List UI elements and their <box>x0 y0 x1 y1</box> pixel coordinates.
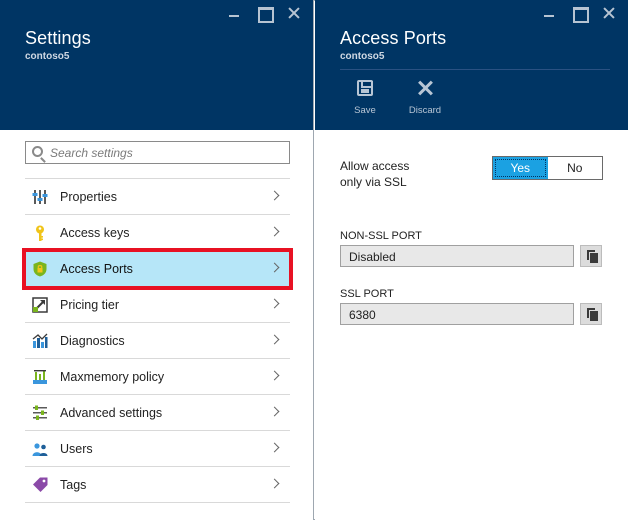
discard-label: Discard <box>408 105 442 116</box>
menu-item-properties[interactable]: Properties <box>25 179 290 215</box>
diagnostics-chart-icon <box>32 333 48 348</box>
tag-icon <box>33 477 48 492</box>
minimize-icon[interactable] <box>542 6 556 20</box>
maximize-icon[interactable] <box>572 6 589 23</box>
settings-title: Settings <box>25 28 91 48</box>
menu-label-properties: Properties <box>60 190 117 204</box>
key-icon <box>36 225 44 241</box>
menu-label-access-ports: Access Ports <box>60 262 133 276</box>
users-icon <box>32 443 48 456</box>
menu-label-diagnostics: Diagnostics <box>60 334 125 348</box>
search-icon <box>32 146 43 157</box>
ssl-port-field[interactable]: 6380 <box>340 303 574 325</box>
chevron-right-icon <box>269 370 280 381</box>
ssl-only-no-option[interactable]: No <box>547 157 602 179</box>
search-input[interactable] <box>50 144 280 161</box>
menu-item-access-keys[interactable]: Access keys <box>25 215 290 251</box>
chevron-right-icon <box>269 262 280 273</box>
copy-icon <box>587 250 598 263</box>
menu-item-pricing-tier[interactable]: Pricing tier <box>25 287 290 323</box>
chevron-right-icon <box>269 190 280 201</box>
settings-blade: Settings contoso5 Properties <box>0 0 314 520</box>
chevron-right-icon <box>269 406 280 417</box>
access-ports-blade: Access Ports contoso5 Save Discard Allow… <box>315 0 628 520</box>
menu-label-pricing-tier: Pricing tier <box>60 298 120 312</box>
save-label: Save <box>354 105 376 116</box>
memory-policy-icon <box>33 370 47 384</box>
settings-window-controls <box>227 6 301 23</box>
menu-item-diagnostics[interactable]: Diagnostics <box>25 323 290 359</box>
copy-non-ssl-port-button[interactable] <box>580 245 602 267</box>
non-ssl-port-label: NON-SSL PORT <box>340 230 422 242</box>
minimize-icon[interactable] <box>227 6 241 20</box>
menu-item-advanced-settings[interactable]: Advanced settings <box>25 395 290 431</box>
shield-lock-icon <box>33 261 47 277</box>
sliders-icon <box>33 405 47 420</box>
ssl-port-label: SSL PORT <box>340 288 394 300</box>
chevron-right-icon <box>269 298 280 309</box>
ssl-only-label: Allow access only via SSL <box>340 158 440 190</box>
ssl-only-yes-option[interactable]: Yes <box>493 157 548 179</box>
menu-label-advanced-settings: Advanced settings <box>60 406 163 420</box>
ssl-only-toggle[interactable]: Yes No <box>492 156 603 180</box>
menu-item-users[interactable]: Users <box>25 431 290 467</box>
menu-label-users: Users <box>60 442 93 456</box>
ssl-only-label-line2: only via SSL <box>340 175 407 189</box>
access-ports-subtitle: contoso5 <box>340 51 385 62</box>
menu-item-tags[interactable]: Tags <box>25 467 290 503</box>
pricing-tier-icon <box>32 297 48 313</box>
close-icon[interactable] <box>287 6 301 20</box>
settings-subtitle: contoso5 <box>25 51 70 62</box>
copy-icon <box>587 308 598 321</box>
menu-item-maxmemory-policy[interactable]: Maxmemory policy <box>25 359 290 395</box>
discard-button[interactable]: Discard <box>403 80 447 116</box>
menu-label-tags: Tags <box>60 478 87 492</box>
menu-item-access-ports[interactable]: Access Ports <box>22 248 293 290</box>
copy-ssl-port-button[interactable] <box>580 303 602 325</box>
save-button[interactable]: Save <box>343 80 387 116</box>
command-bar-divider <box>340 69 610 70</box>
access-ports-window-controls <box>542 6 616 23</box>
chevron-right-icon <box>269 478 280 489</box>
close-icon[interactable] <box>602 6 616 20</box>
ssl-only-label-line1: Allow access <box>340 159 410 173</box>
save-icon <box>357 80 373 96</box>
discard-icon <box>417 80 433 96</box>
chevron-right-icon <box>269 442 280 453</box>
maximize-icon[interactable] <box>257 6 274 23</box>
search-box[interactable] <box>25 141 290 164</box>
chevron-right-icon <box>269 334 280 345</box>
access-ports-blade-header: Access Ports contoso5 Save Discard <box>315 0 628 130</box>
non-ssl-port-field[interactable]: Disabled <box>340 245 574 267</box>
menu-label-access-keys: Access keys <box>60 226 130 240</box>
settings-blade-header: Settings contoso5 <box>0 0 313 130</box>
access-ports-title: Access Ports <box>340 28 447 48</box>
chevron-right-icon <box>269 226 280 237</box>
settings-menu: Properties Access keys Access Ports Pric… <box>22 178 293 503</box>
properties-icon <box>32 190 48 204</box>
menu-label-maxmemory-policy: Maxmemory policy <box>60 370 165 384</box>
